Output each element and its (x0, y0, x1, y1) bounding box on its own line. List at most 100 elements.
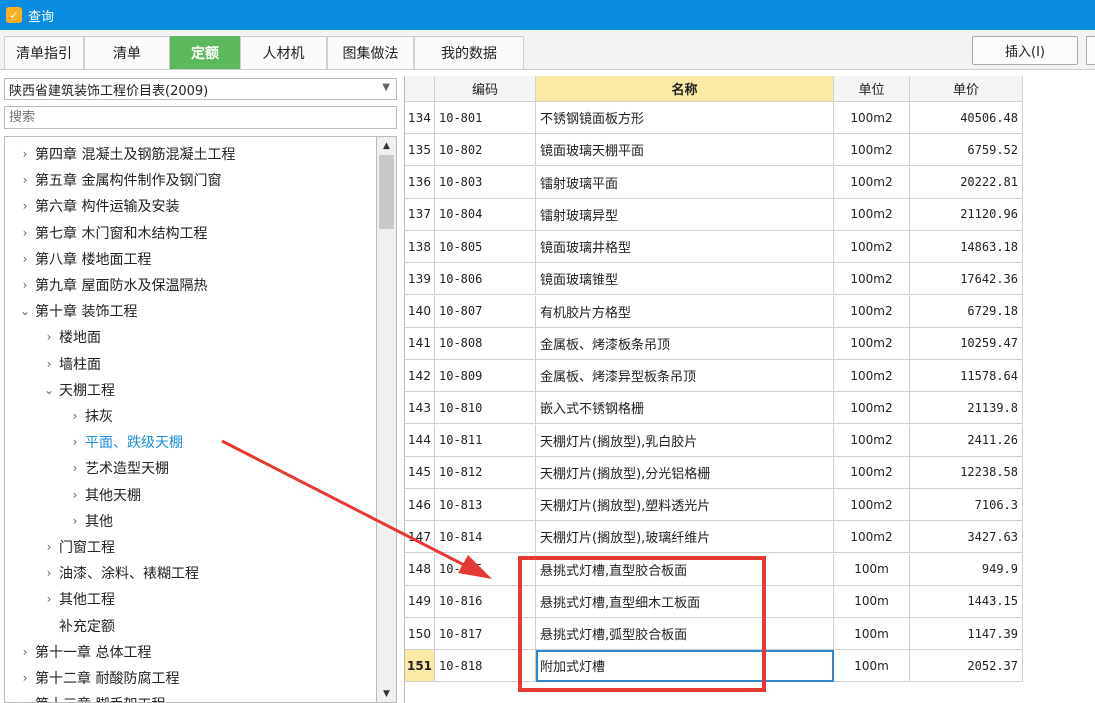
chevron-right-icon[interactable]: › (65, 514, 85, 528)
unit-cell[interactable]: 100m2 (834, 231, 910, 263)
table-row[interactable]: 136 10-803 镭射玻璃平面 100m2 20222.81 (405, 166, 1023, 199)
tab-labor-material[interactable]: 人材机 (240, 36, 327, 69)
code-cell[interactable]: 10-812 (435, 456, 536, 489)
header-name[interactable]: 名称 (536, 76, 834, 102)
row-number-cell[interactable]: 145 (405, 456, 435, 489)
table-row[interactable]: 134 10-801 不锈钢镜面板方形 100m2 40506.48 (405, 102, 1023, 134)
row-number-cell[interactable]: 141 (405, 327, 435, 360)
tab-bill-guide[interactable]: 清单指引 (4, 36, 84, 69)
chevron-right-icon[interactable]: › (39, 357, 59, 371)
row-number-cell[interactable]: 137 (405, 198, 435, 231)
name-cell[interactable]: 悬挑式灯槽,弧型胶合板面 (536, 618, 834, 650)
scrollbar-thumb[interactable] (379, 155, 394, 229)
row-number-cell[interactable]: 148 (405, 553, 435, 586)
name-cell[interactable]: 不锈钢镜面板方形 (536, 102, 834, 134)
table-row[interactable]: 135 10-802 镜面玻璃天棚平面 100m2 6759.52 (405, 134, 1023, 167)
unit-cell[interactable]: 100m2 (834, 456, 910, 489)
tree-item[interactable]: › 第六章 构件运输及安装 (15, 193, 180, 219)
table-row[interactable]: 150 10-817 悬挑式灯槽,弧型胶合板面 100m 1147.39 (405, 618, 1023, 650)
unit-cell[interactable]: 100m2 (834, 166, 910, 199)
name-cell[interactable]: 镭射玻璃异型 (536, 198, 834, 231)
price-cell[interactable]: 3427.63 (910, 521, 1023, 554)
chevron-right-icon[interactable]: › (15, 173, 35, 187)
name-cell[interactable]: 悬挑式灯槽,直型细木工板面 (536, 585, 834, 618)
unit-cell[interactable]: 100m2 (834, 263, 910, 296)
price-cell[interactable]: 1147.39 (910, 618, 1023, 650)
row-number-cell[interactable]: 146 (405, 489, 435, 521)
row-number-cell[interactable]: 147 (405, 521, 435, 554)
table-row[interactable]: 149 10-816 悬挑式灯槽,直型细木工板面 100m 1443.15 (405, 585, 1023, 618)
tree-item[interactable]: › 第十二章 耐酸防腐工程 (15, 665, 180, 691)
row-number-cell[interactable]: 134 (405, 102, 435, 134)
table-row[interactable]: 139 10-806 镜面玻璃锥型 100m2 17642.36 (405, 263, 1023, 296)
name-cell[interactable]: 镜面玻璃天棚平面 (536, 134, 834, 167)
code-cell[interactable]: 10-813 (435, 489, 536, 521)
chevron-right-icon[interactable]: › (15, 671, 35, 685)
unit-cell[interactable]: 100m2 (834, 327, 910, 360)
tree-item[interactable]: › 其他工程 (39, 586, 115, 612)
unit-cell[interactable]: 100m2 (834, 489, 910, 521)
unit-cell[interactable]: 100m2 (834, 134, 910, 167)
price-cell[interactable]: 21120.96 (910, 198, 1023, 231)
table-row[interactable]: 143 10-810 嵌入式不锈钢格栅 100m2 21139.8 (405, 392, 1023, 425)
name-cell[interactable]: 金属板、烤漆异型板条吊顶 (536, 360, 834, 392)
table-row[interactable]: 151 10-818 附加式灯槽 100m 2052.37 (405, 650, 1023, 683)
unit-cell[interactable]: 100m (834, 650, 910, 683)
table-row[interactable]: 141 10-808 金属板、烤漆板条吊顶 100m2 10259.47 (405, 327, 1023, 360)
code-cell[interactable]: 10-815 (435, 553, 536, 586)
price-cell[interactable]: 20222.81 (910, 166, 1023, 199)
row-number-cell[interactable]: 135 (405, 134, 435, 167)
tree-item[interactable]: ›第十三章 脚手架工程 (15, 691, 166, 702)
chevron-right-icon[interactable]: › (15, 697, 35, 702)
row-number-cell[interactable]: 140 (405, 295, 435, 328)
scroll-up-icon[interactable]: ▲ (377, 137, 396, 154)
tree-item[interactable]: › 平面、跌级天棚 (65, 429, 183, 455)
unit-cell[interactable]: 100m2 (834, 424, 910, 457)
name-cell[interactable]: 悬挑式灯槽,直型胶合板面 (536, 553, 834, 586)
chevron-right-icon[interactable]: › (39, 566, 59, 580)
chevron-right-icon[interactable]: › (39, 330, 59, 344)
code-cell[interactable]: 10-808 (435, 327, 536, 360)
chevron-down-icon[interactable]: ⌄ (39, 383, 59, 397)
table-row[interactable]: 146 10-813 天棚灯片(搁放型),塑料透光片 100m2 7106.3 (405, 489, 1023, 521)
chevron-down-icon[interactable]: ⌄ (15, 304, 35, 318)
tab-bill[interactable]: 清单 (84, 36, 170, 69)
code-cell[interactable]: 10-802 (435, 134, 536, 167)
name-cell[interactable]: 天棚灯片(搁放型),玻璃纤维片 (536, 521, 834, 554)
name-cell[interactable]: 镜面玻璃井格型 (536, 231, 834, 263)
unit-cell[interactable]: 100m2 (834, 198, 910, 231)
tree-item[interactable]: › 第十一章 总体工程 (15, 639, 152, 665)
unit-cell[interactable]: 100m (834, 618, 910, 650)
table-row[interactable]: 147 10-814 天棚灯片(搁放型),玻璃纤维片 100m2 3427.63 (405, 521, 1023, 554)
tree-item[interactable]: 补充定额 (39, 613, 115, 639)
table-row[interactable]: 140 10-807 有机胶片方格型 100m2 6729.18 (405, 295, 1023, 328)
scroll-down-icon[interactable]: ▼ (377, 685, 396, 702)
name-cell[interactable]: 镭射玻璃平面 (536, 166, 834, 199)
unit-cell[interactable]: 100m2 (834, 295, 910, 328)
price-cell[interactable]: 12238.58 (910, 456, 1023, 489)
row-number-cell[interactable]: 138 (405, 231, 435, 263)
code-cell[interactable]: 10-804 (435, 198, 536, 231)
code-cell[interactable]: 10-810 (435, 392, 536, 425)
tab-atlas-method[interactable]: 图集做法 (327, 36, 414, 69)
table-row[interactable]: 138 10-805 镜面玻璃井格型 100m2 14863.18 (405, 231, 1023, 263)
name-cell[interactable]: 有机胶片方格型 (536, 295, 834, 328)
price-cell[interactable]: 7106.3 (910, 489, 1023, 521)
header-price[interactable]: 单价 (910, 76, 1023, 102)
code-cell[interactable]: 10-806 (435, 263, 536, 296)
code-cell[interactable]: 10-805 (435, 231, 536, 263)
row-number-cell[interactable]: 144 (405, 424, 435, 457)
row-number-cell[interactable]: 150 (405, 618, 435, 650)
code-cell[interactable]: 10-807 (435, 295, 536, 328)
table-row[interactable]: 145 10-812 天棚灯片(搁放型),分光铝格栅 100m2 12238.58 (405, 456, 1023, 489)
unit-cell[interactable]: 100m2 (834, 360, 910, 392)
tree-item[interactable]: ⌄ 第十章 装饰工程 (15, 298, 137, 324)
chevron-right-icon[interactable]: › (15, 226, 35, 240)
tree-item[interactable]: › 第五章 金属构件制作及钢门窗 (15, 167, 222, 193)
tree-scrollbar[interactable]: ▲ ▼ (376, 136, 397, 703)
name-cell[interactable]: 金属板、烤漆板条吊顶 (536, 327, 834, 360)
chevron-right-icon[interactable]: › (39, 540, 59, 554)
tree-item[interactable]: › 门窗工程 (39, 534, 115, 560)
chevron-right-icon[interactable]: › (65, 409, 85, 423)
row-number-cell[interactable]: 149 (405, 585, 435, 618)
